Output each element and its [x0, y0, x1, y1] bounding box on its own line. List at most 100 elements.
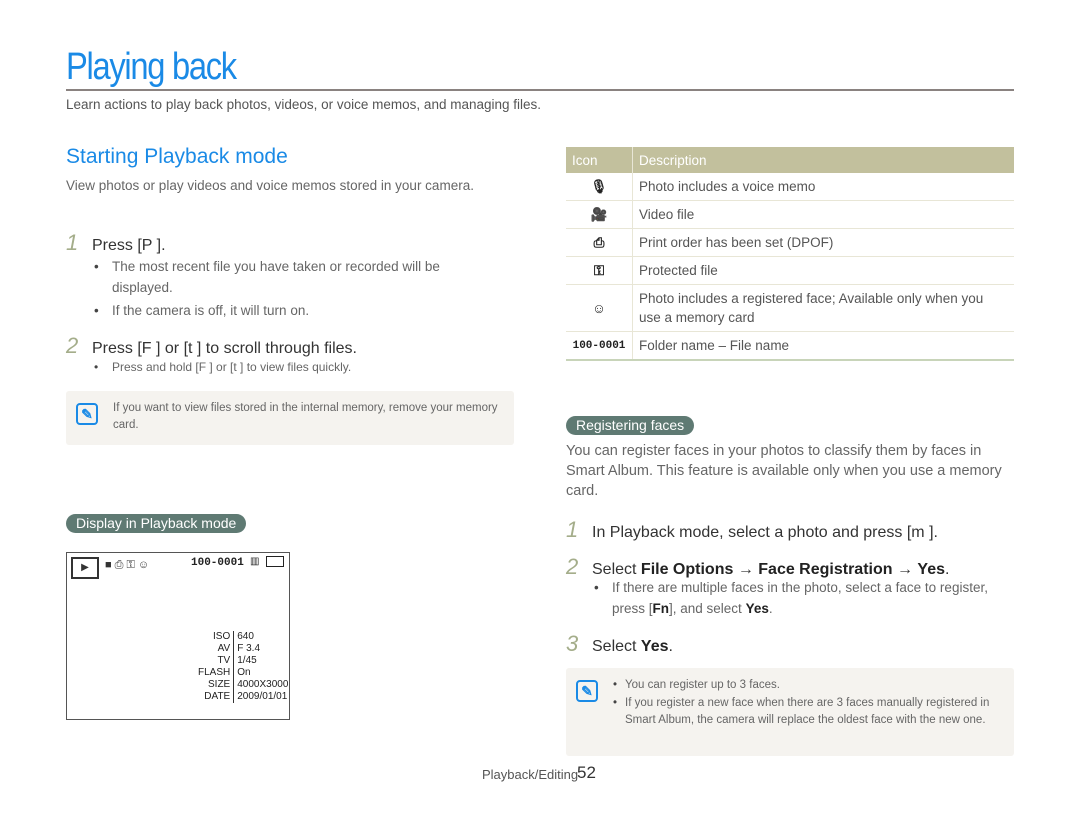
lcd-info-key: AV	[195, 643, 235, 655]
face-registered-icon: ☺	[137, 559, 153, 571]
table-row: ⎙ Print order has been set (DPOF)	[566, 228, 1014, 257]
bullet: Press and hold [F ] or [t ] to view file…	[94, 357, 494, 378]
step-number: 1	[66, 230, 79, 255]
text: .	[768, 601, 773, 616]
table-row: 100-0001 Folder name – File name	[566, 331, 1014, 361]
row-description: Photo includes a registered face; Availa…	[632, 284, 1014, 332]
title-divider	[66, 89, 1014, 91]
face-note-list: You can register up to 3 faces. If you r…	[613, 676, 1003, 729]
video-camera-icon: ■	[105, 559, 115, 571]
note-bullet: If you register a new face when there ar…	[613, 695, 1003, 729]
printer-icon: ⎙	[114, 559, 127, 571]
step-text: Select	[592, 561, 641, 578]
step-number: 2	[566, 554, 579, 579]
row-description: Photo includes a voice memo	[632, 173, 1014, 201]
lcd-info-row: TV 1/45	[195, 655, 291, 667]
arrow: →	[733, 561, 759, 578]
note-icon: ✎	[76, 403, 98, 425]
bullet: The most recent file you have taken or r…	[94, 256, 474, 298]
step-2: 2 Press [F ] or [t ] to scroll through fi…	[66, 333, 357, 359]
page-title: Playing back	[66, 46, 237, 88]
step-number: 1	[566, 517, 579, 542]
icon-description-table: Icon Description 🎙 Photo includes a voice…	[566, 147, 1014, 361]
step-1-bullets: The most recent file you have taken or r…	[94, 256, 474, 321]
lcd-info-row: FLASH On	[195, 667, 291, 679]
bullet: If the camera is off, it will turn on.	[94, 300, 474, 321]
registering-description: You can register faces in your photos to…	[566, 443, 1002, 499]
step-text: In Playback mode, select a photo and pre…	[592, 524, 938, 541]
step-number: 2	[66, 333, 79, 358]
face-step-2-bullet: If there are multiple faces in the photo…	[594, 577, 992, 619]
memory-card-icon: ▥	[250, 556, 260, 567]
note-bullet: You can register up to 3 faces.	[613, 676, 1003, 694]
step-text: Press [P ].	[92, 237, 166, 254]
section-description: View photos or play videos and voice mem…	[66, 178, 474, 193]
footer-page-number: 52	[577, 763, 596, 782]
face-step-3: 3 Select Yes.	[566, 631, 673, 657]
lcd-info-row: DATE 2009/01/01	[195, 691, 291, 703]
play-mode-icon: ▶	[71, 557, 99, 579]
row-description: Print order has been set (DPOF)	[632, 228, 1014, 257]
lcd-info-value: On	[237, 667, 251, 678]
lcd-info-value: F 3.4	[237, 643, 261, 654]
face-registered-icon: ☺	[566, 284, 633, 332]
battery-icon	[266, 556, 284, 567]
row-description: Video file	[632, 200, 1014, 229]
printer-icon: ⎙	[566, 228, 633, 257]
text: ], and select	[669, 601, 746, 616]
step-2-bullets: Press and hold [F ] or [t ] to view file…	[94, 357, 494, 378]
video-camera-icon: 🎥	[566, 200, 633, 229]
footer-section: Playback/Editing	[482, 767, 579, 782]
note-text: If you want to view files stored in the …	[113, 402, 498, 431]
lcd-status-icons: ■⎙⚿☺	[105, 559, 152, 572]
note-icon: ✎	[576, 680, 598, 702]
display-in-playback-label: Display in Playback mode	[66, 514, 247, 533]
table-row: 🎥 Video file	[566, 200, 1014, 229]
menu-yes: Yes	[640, 638, 669, 655]
row-description: Folder name – File name	[632, 331, 1014, 361]
table-row: ⚿ Protected file	[566, 256, 1014, 285]
lcd-info-key: TV	[195, 655, 235, 667]
menu-yes: Yes	[917, 561, 946, 578]
key-icon: ⚿	[126, 559, 138, 571]
lcd-file-number: 100-0001	[191, 557, 244, 569]
menu-yes: Yes	[745, 601, 769, 616]
row-description: Protected file	[632, 256, 1014, 285]
punct: .	[945, 561, 950, 578]
lcd-info-value: 4000X3000	[237, 679, 289, 690]
lcd-info-value: 1/45	[237, 655, 257, 666]
lcd-info-value: 2009/01/01	[237, 691, 288, 702]
lcd-info-table: ISO 640 AV F 3.4 TV 1/45 FLASH On SIZE 4000X3000 D…	[195, 631, 291, 703]
section-heading-starting-playback: Starting Playback mode	[66, 145, 288, 168]
step-1: 1 Press [P ].	[66, 230, 166, 256]
key-fn: Fn	[652, 601, 670, 616]
page-intro: Learn actions to play back photos, video…	[66, 97, 542, 112]
menu-face-registration: Face Registration	[758, 561, 893, 578]
lcd-info-key: FLASH	[195, 667, 235, 679]
key-icon: ⚿	[566, 256, 633, 285]
lcd-info-row: SIZE 4000X3000	[195, 679, 291, 691]
note-box: ✎ If you want to view files stored in th…	[66, 391, 514, 445]
lcd-info-key: DATE	[195, 691, 235, 703]
step-number: 3	[566, 631, 579, 656]
lcd-info-row: AV F 3.4	[195, 643, 291, 655]
registering-faces-label: Registering faces	[566, 416, 695, 435]
arrow: →	[892, 561, 918, 578]
table-header-description: Description	[632, 147, 1014, 173]
face-note-box: ✎ You can register up to 3 faces. If you…	[566, 668, 1014, 756]
folder-file-number: 100-0001	[566, 331, 633, 361]
table-row: 🎙 Photo includes a voice memo	[566, 173, 1014, 201]
lcd-info-key: ISO	[195, 631, 235, 643]
lcd-screen-illustration: ▶ ■⎙⚿☺ 100-0001 ▥ ISO 640 AV F 3.4 TV 1/45 FLA…	[66, 552, 290, 720]
step-text: Select	[592, 638, 641, 655]
table-header-icon: Icon	[566, 147, 633, 173]
lcd-info-key: SIZE	[195, 679, 235, 691]
lcd-info-value: 640	[237, 631, 254, 642]
menu-file-options: File Options	[640, 561, 734, 578]
table-row: ☺ Photo includes a registered face; Avail…	[566, 284, 1014, 332]
step-text: Press [F ] or [t ] to scroll through fil…	[92, 340, 357, 357]
punct: .	[668, 638, 673, 655]
lcd-info-row: ISO 640	[195, 631, 291, 643]
microphone-icon: 🎙	[566, 173, 633, 201]
face-step-1: 1 In Playback mode, select a photo and pr…	[566, 517, 938, 543]
